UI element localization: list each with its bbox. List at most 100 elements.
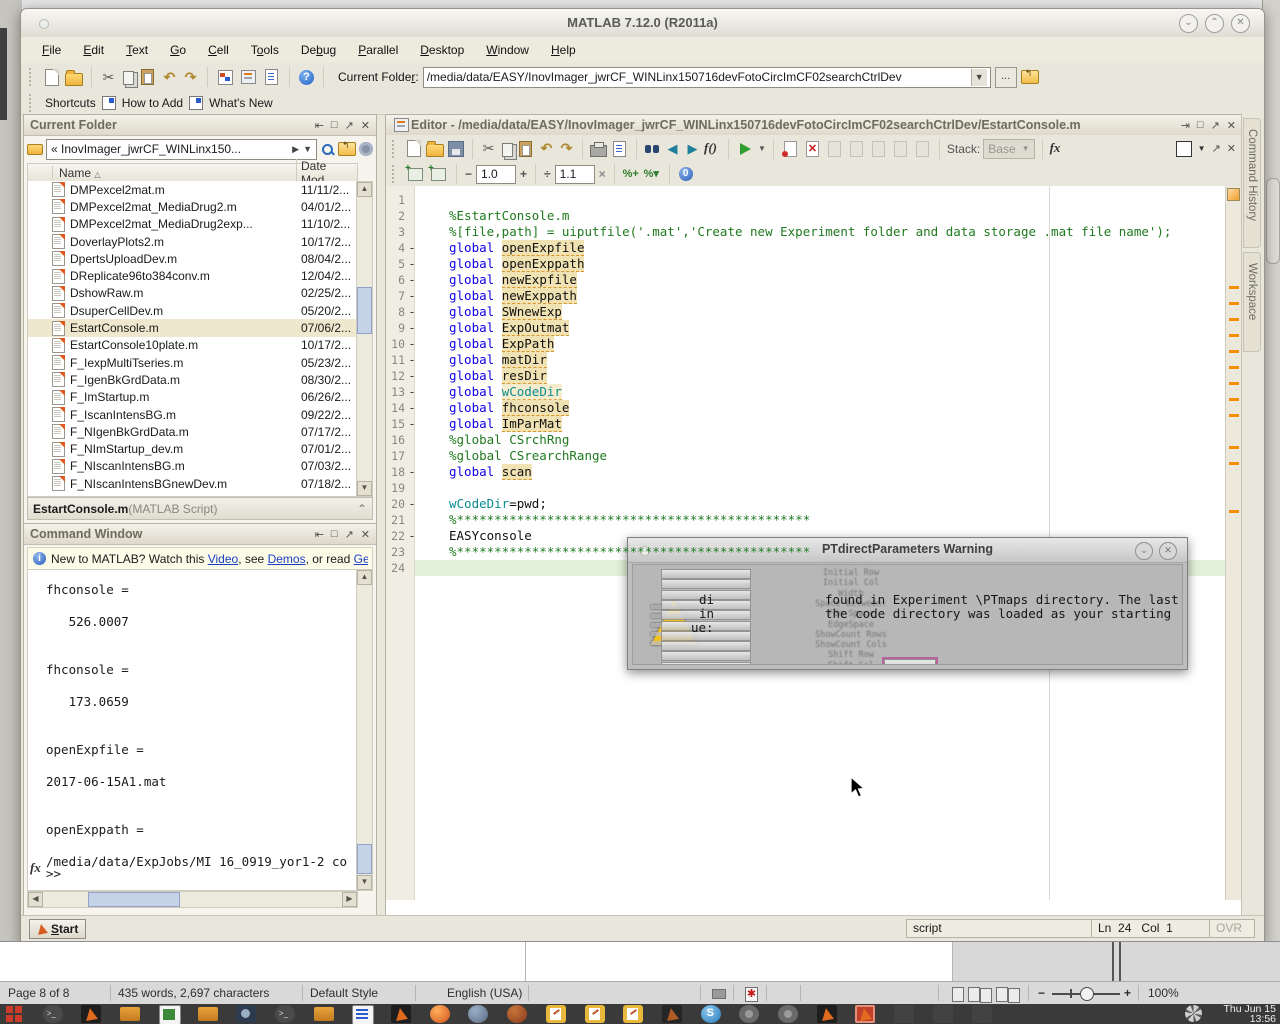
breadcrumb[interactable]: « InovImager_jwrCF_WINLinx150... ▶ ▼ bbox=[46, 139, 317, 160]
scroll-left-icon[interactable]: ◀ bbox=[28, 892, 43, 907]
taskbar-icon-folder[interactable] bbox=[314, 1007, 334, 1021]
maximize-panel-icon[interactable]: □ bbox=[331, 119, 338, 132]
code-line[interactable]: 12-global resDir bbox=[386, 368, 1226, 384]
clear-breakpoints-icon[interactable]: ✕ bbox=[806, 141, 819, 157]
taskbar-icon-note[interactable] bbox=[546, 1005, 566, 1023]
maximize-button[interactable]: ⌃ bbox=[1205, 14, 1224, 33]
dialog-close-icon[interactable]: ✕ bbox=[1159, 542, 1177, 560]
mlint-message-bar[interactable] bbox=[1225, 186, 1242, 900]
mlint-warning-tick[interactable] bbox=[1229, 350, 1239, 353]
taskbar-icon-matlab[interactable] bbox=[817, 1005, 837, 1023]
file-row[interactable]: F_NIscanIntensBGnewDev.m 07/18/2... bbox=[28, 475, 357, 492]
breadcrumb-expand-icon[interactable]: ▶ bbox=[292, 144, 299, 155]
code-line[interactable]: 3%[file,path] = uiputfile('.mat','Create… bbox=[386, 224, 1226, 240]
menu-item[interactable]: Window bbox=[475, 40, 540, 60]
cut-icon[interactable]: ✂ bbox=[100, 69, 117, 86]
redo-icon[interactable]: ↷ bbox=[182, 69, 199, 86]
undo-icon[interactable]: ↶ bbox=[161, 69, 178, 86]
fx-icon[interactable]: fx bbox=[30, 860, 41, 876]
layout-dropdown-icon[interactable]: ▼ bbox=[1198, 144, 1206, 153]
close-editor-icon[interactable]: ✕ bbox=[1227, 142, 1236, 155]
function-browser-icon[interactable]: f() bbox=[704, 140, 721, 157]
file-row[interactable]: DoverlayPlots2.m 10/17/2... bbox=[28, 233, 357, 250]
code-line[interactable]: 15-global ImParMat bbox=[386, 416, 1226, 432]
file-row[interactable]: F_IexpMultiTseries.m 05/23/2... bbox=[28, 354, 357, 371]
file-row[interactable]: DsuperCellDev.m 05/20/2... bbox=[28, 302, 357, 319]
profiler-icon[interactable] bbox=[265, 69, 278, 85]
file-row[interactable]: F_ImStartup.m 06/26/2... bbox=[28, 389, 357, 406]
demos-link[interactable]: Demos bbox=[268, 552, 306, 566]
code-line[interactable]: 16%global CSrchRng bbox=[386, 432, 1226, 448]
fx-find-icon[interactable]: fx bbox=[1050, 140, 1067, 157]
undock-icon[interactable]: ↗ bbox=[1211, 119, 1220, 132]
menu-item[interactable]: Text bbox=[115, 40, 159, 60]
code-line[interactable]: 8-global SWnewExp bbox=[386, 304, 1226, 320]
evaluate-cell-icon[interactable]: %+ bbox=[623, 166, 640, 183]
dock-icon[interactable]: ⇥ bbox=[1181, 119, 1190, 132]
file-row[interactable]: EstartConsole.m 07/06/2... bbox=[28, 319, 357, 336]
book-view-icon[interactable] bbox=[996, 987, 1008, 1002]
shortcut-how-to-add[interactable]: How to Add bbox=[122, 96, 183, 110]
mlint-warning-tick[interactable] bbox=[1229, 510, 1239, 513]
clock[interactable]: Thu Jun 15 13:56 bbox=[1223, 1004, 1276, 1024]
menu-item[interactable]: Parallel bbox=[347, 40, 409, 60]
taskbar-icon-note[interactable] bbox=[623, 1005, 643, 1023]
print-icon[interactable] bbox=[590, 145, 607, 157]
scroll-thumb[interactable] bbox=[88, 892, 180, 907]
taskbar-icon-term[interactable]: >_ bbox=[43, 1005, 63, 1023]
taskbar-icon-matlab[interactable] bbox=[391, 1005, 411, 1023]
command-window-output[interactable]: fhconsole = 526.0007 fhconsole = 173.065… bbox=[27, 569, 358, 891]
gear-icon[interactable] bbox=[359, 142, 373, 156]
single-page-view-icon[interactable] bbox=[952, 987, 964, 1002]
taskbar-icon-ff2[interactable] bbox=[468, 1005, 488, 1023]
editor-header[interactable]: Editor - /media/data/EASY/InovImager_jwr… bbox=[386, 115, 1242, 136]
shortcut-whats-new[interactable]: What's New bbox=[209, 96, 273, 110]
taskbar-icon-matlab-dark[interactable] bbox=[662, 1005, 682, 1023]
file-list-scrollbar[interactable]: ▲ ▼ bbox=[356, 181, 373, 497]
session-swirl-icon[interactable] bbox=[1185, 1005, 1202, 1022]
scroll-right-icon[interactable]: ▶ bbox=[342, 892, 357, 907]
taskbar-icon-note[interactable] bbox=[585, 1005, 605, 1023]
taskbar-icon-calc[interactable] bbox=[159, 1005, 181, 1024]
publish-icon[interactable] bbox=[613, 141, 626, 157]
browse-folder-button[interactable]: ... bbox=[995, 67, 1017, 88]
column-name[interactable]: Name △ bbox=[52, 166, 296, 180]
insert-cell-below-icon[interactable] bbox=[431, 168, 446, 181]
save-icon[interactable] bbox=[448, 141, 464, 157]
zoom-percent[interactable]: 100% bbox=[1148, 986, 1179, 1000]
code-line[interactable]: 11-global matDir bbox=[386, 352, 1226, 368]
menu-item[interactable]: Desktop bbox=[409, 40, 475, 60]
multiply-value-button[interactable]: × bbox=[599, 167, 606, 181]
menu-item[interactable]: Edit bbox=[72, 40, 115, 60]
undock-icon[interactable]: ↗ bbox=[345, 119, 354, 132]
menu-item[interactable]: Help bbox=[540, 40, 587, 60]
simulink-icon[interactable] bbox=[218, 70, 233, 85]
go-back-icon[interactable]: ◀ bbox=[664, 140, 681, 157]
command-window-hscrollbar[interactable]: ◀ ▶ bbox=[27, 891, 358, 908]
scroll-up-icon[interactable]: ▲ bbox=[357, 570, 372, 585]
up-folder-icon[interactable] bbox=[338, 142, 356, 156]
menu-item[interactable]: Go bbox=[159, 40, 197, 60]
file-row[interactable]: DMPexcel2mat.m 11/11/2... bbox=[28, 181, 357, 198]
maximize-panel-icon[interactable]: □ bbox=[331, 528, 338, 541]
code-line[interactable]: 4-global openExpfile bbox=[386, 240, 1226, 256]
taskbar-icon-term[interactable]: >_ bbox=[275, 1005, 295, 1023]
taskbar-icon-matlab[interactable] bbox=[81, 1005, 101, 1023]
code-line[interactable]: 14-global fhconsole bbox=[386, 400, 1226, 416]
current-folder-header[interactable]: Current Folder ⇤ □ ↗ ✕ bbox=[24, 115, 376, 136]
mlint-warning-tick[interactable] bbox=[1229, 366, 1239, 369]
file-row[interactable]: F_NIgenBkGrdData.m 07/17/2... bbox=[28, 423, 357, 440]
up-folder-icon[interactable] bbox=[1021, 70, 1039, 84]
zoom-out-button[interactable]: − bbox=[1038, 986, 1045, 1000]
toolbar-grip[interactable] bbox=[29, 68, 35, 86]
file-row[interactable]: F_IgenBkGrdData.m 08/30/2... bbox=[28, 371, 357, 388]
multi-page-view-icon[interactable] bbox=[968, 987, 980, 1002]
file-row[interactable]: F_NIscanIntensBG.m 07/03/2... bbox=[28, 458, 357, 475]
paste-icon[interactable] bbox=[141, 69, 154, 85]
file-row[interactable]: F_IscanIntensBG.m 09/22/2... bbox=[28, 406, 357, 423]
writer-page-indicator[interactable]: Page 8 of 8 bbox=[8, 986, 69, 1000]
new-file-icon[interactable] bbox=[407, 140, 421, 157]
code-line[interactable]: 10-global ExpPath bbox=[386, 336, 1226, 352]
close-panel-icon[interactable]: ✕ bbox=[361, 528, 370, 541]
search-icon[interactable] bbox=[320, 142, 335, 157]
